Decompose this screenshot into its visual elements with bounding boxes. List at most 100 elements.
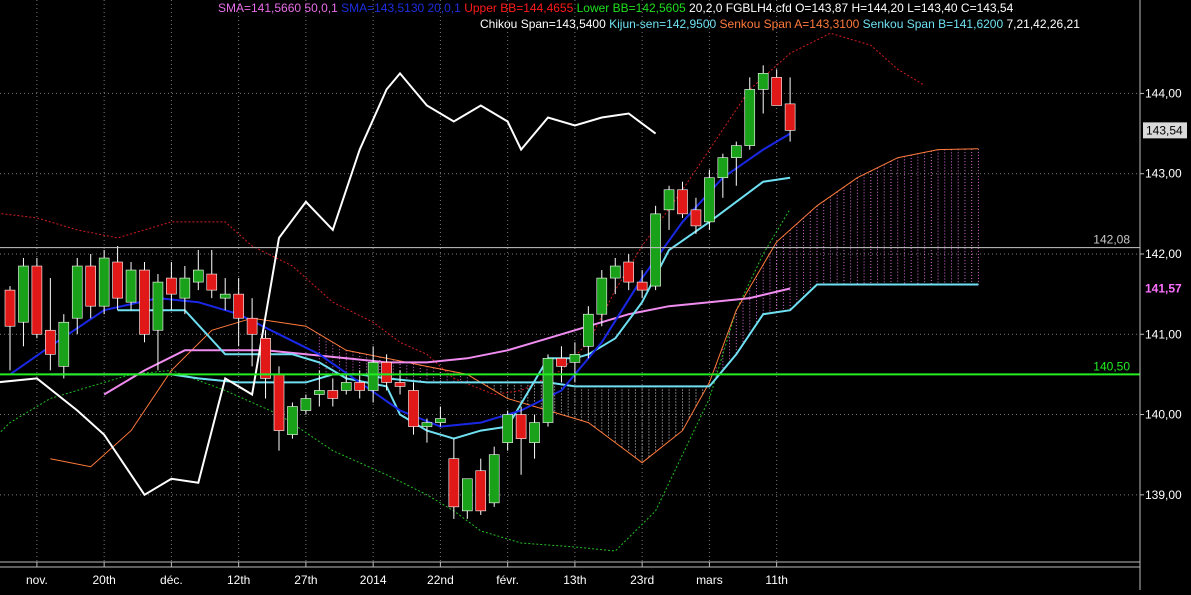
candle-body: [677, 189, 688, 215]
candle-body: [354, 382, 366, 391]
senkou-span-b-line: [50, 283, 979, 388]
candle-body: [394, 382, 406, 387]
candle: [771, 69, 782, 106]
candle-body: [515, 414, 527, 439]
candle: [542, 354, 554, 427]
candle-body: [273, 374, 285, 431]
candle-body: [435, 418, 446, 423]
legend-kijun: Kijun-sen=142,9500: [606, 17, 717, 31]
candle-body: [367, 362, 379, 391]
candle-body: [381, 362, 392, 383]
y-tick-label: 140,00: [1145, 408, 1182, 422]
candle: [18, 258, 29, 347]
candle: [273, 366, 285, 451]
candle-body: [45, 329, 56, 355]
x-tick-label: 12th: [227, 573, 250, 587]
candle: [98, 249, 110, 315]
y-tick-label: 141,00: [1145, 327, 1182, 341]
candle-body: [757, 73, 769, 90]
candle-body: [125, 269, 137, 303]
legend-senkou_a: Senkou Span A=143,3100: [716, 17, 859, 31]
candle-body: [596, 277, 608, 315]
legend-chikou: Chikou Span=143,5400: [480, 17, 606, 31]
candle-body: [287, 406, 298, 435]
price-line-label: 142,08: [1093, 233, 1130, 247]
candle-body: [502, 414, 513, 443]
legend-bb_params: 20,2,0: [686, 1, 723, 15]
candle: [4, 286, 16, 371]
chikou-span-line: [0, 71, 657, 497]
candle: [193, 249, 204, 291]
candle: [233, 278, 244, 347]
candle-body: [663, 189, 675, 211]
candle-body: [71, 265, 83, 319]
x-tick-label: 2014: [360, 573, 387, 587]
candle: [85, 253, 96, 319]
candle-body: [179, 277, 191, 299]
candle: [677, 181, 688, 218]
x-tick-label: 11th: [765, 573, 787, 587]
candle-body: [636, 281, 648, 291]
bb-upper-line: [0, 32, 925, 396]
legend-sma20: SMA=143,5130 20,0,1: [338, 1, 461, 15]
candle-body: [206, 273, 218, 291]
candle-body: [408, 390, 419, 427]
candle: [609, 258, 621, 295]
legend-row-2: Chikou Span=143,5400 Kijun-sen=142,9500 …: [480, 17, 1080, 31]
candle: [300, 394, 312, 415]
candle-body: [4, 289, 16, 327]
candle-body: [650, 213, 661, 287]
candle: [314, 370, 325, 407]
candle-body: [461, 478, 473, 512]
indicator-legend: SMA=141,5660 50,0,1 SMA=143,5130 20,0,1 …: [218, 1, 1080, 31]
candle-body: [704, 177, 715, 223]
candle: [435, 406, 446, 427]
candle-body: [529, 422, 540, 443]
candle: [717, 153, 729, 198]
candle: [784, 77, 796, 142]
legend-instrument: FGBLH4.cfd O=143,87 H=144,20 L=143,40 C=…: [722, 1, 1013, 15]
candle-body: [31, 265, 43, 335]
candle: [246, 298, 258, 367]
candle-body: [219, 293, 231, 299]
legend-ichi_params: 7,21,42,26,21: [1003, 17, 1080, 31]
chart-canvas: 142,08 140,50 139,00 140,00 141,00 142,00 143,…: [0, 0, 1187, 590]
candle: [327, 378, 339, 407]
candle-body: [488, 454, 500, 504]
candle: [461, 478, 473, 519]
candle-body: [448, 458, 460, 508]
candle: [31, 258, 43, 339]
candle: [448, 438, 460, 519]
candle-body: [233, 293, 244, 319]
candle-body: [327, 390, 339, 399]
candle: [515, 406, 527, 475]
candle-body: [569, 354, 581, 363]
candle: [529, 414, 540, 459]
candle-body: [139, 269, 150, 335]
x-tick-label: déc.: [160, 573, 183, 587]
x-tick-label: nov.: [26, 573, 48, 587]
price-line-label: 140,50: [1093, 359, 1130, 373]
x-tick-label: 22nd: [427, 573, 454, 587]
candle: [219, 278, 231, 311]
y-tick-label: 143,00: [1145, 167, 1182, 181]
candle: [488, 446, 500, 507]
candle-body: [784, 103, 796, 131]
candle-body: [193, 269, 204, 283]
sma50-price-tag: 141,57: [1145, 282, 1182, 296]
candle: [260, 330, 271, 399]
candle-body: [583, 313, 594, 347]
x-tick-label: 13th: [563, 573, 586, 587]
candle: [408, 382, 419, 435]
x-tick-label: févr.: [496, 573, 519, 587]
legend-sma50: SMA=141,5660 50,0,1: [218, 1, 338, 15]
candle: [71, 258, 83, 335]
legend-senkou_b: Senkou Span B=141,6200: [859, 17, 1003, 31]
candle-body: [246, 317, 258, 335]
candle: [112, 245, 123, 311]
legend-row-1: SMA=141,5660 50,0,1 SMA=143,5130 20,0,1 …: [218, 1, 1014, 15]
candle-body: [609, 265, 621, 279]
candle-body: [771, 77, 782, 106]
legend-bb_lower: Lower BB=142,5605: [573, 1, 686, 15]
candle: [623, 253, 635, 291]
